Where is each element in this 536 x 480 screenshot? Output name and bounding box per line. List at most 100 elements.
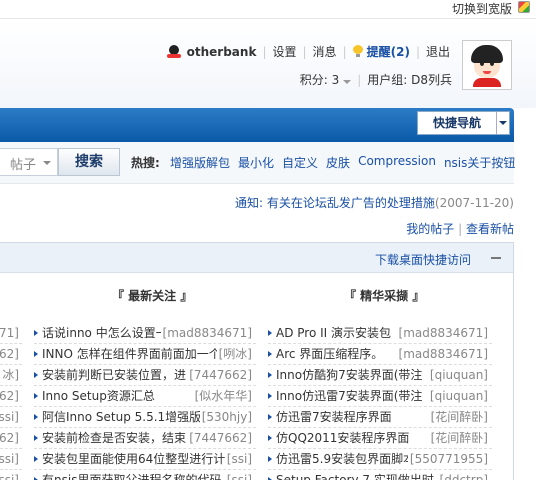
my-posts-link[interactable]: 我的帖子	[406, 222, 454, 236]
item-author[interactable]: [ddctrp]	[437, 470, 488, 480]
list-item[interactable]: INNO 怎样在组件界面前面加一个 [咧冰]	[34, 344, 256, 365]
hot-link[interactable]: 自定义	[282, 154, 318, 171]
list-item[interactable]: 安装前检查是否安装，结束 [7447662]	[34, 428, 256, 449]
list-item[interactable]: Setup Factory 7 实现做出时 [ddctrp]	[268, 470, 492, 480]
list-item: 662]	[0, 428, 22, 449]
bullet-icon	[34, 351, 38, 357]
item-title[interactable]: Setup Factory 7 实现做出时	[276, 470, 434, 480]
item-author[interactable]: [530hjy]	[199, 407, 252, 427]
desktop-shortcut-link[interactable]: 下载桌面快捷访问	[375, 251, 471, 268]
chevron-down-icon	[43, 161, 51, 165]
list-item[interactable]: 有nsis里面获取父进程名称的代码 [ssi]	[34, 470, 256, 480]
item-author[interactable]: [qiuquan]	[427, 386, 488, 406]
messages-link[interactable]: 消息	[313, 43, 337, 60]
usergroup-link[interactable]: 用户组: D8列兵	[367, 71, 452, 88]
list-item[interactable]: 仿QQ2011安装程序界面 [花间醉卧]	[268, 428, 492, 449]
portal-panel: 下载桌面快捷访问 『 最新关注 』 『 精华采撷 』 671] 662] 冰] …	[0, 242, 514, 480]
item-title[interactable]: 话说inno 中怎么设置一	[42, 323, 168, 343]
list-item[interactable]: 仿迅雷5.9安装包界面脚本 [550771955]	[268, 449, 492, 470]
view-new-posts-link[interactable]: 查看新帖	[466, 222, 514, 236]
divider: |	[302, 44, 307, 59]
bulb-icon	[352, 45, 363, 58]
collapse-icon[interactable]	[491, 257, 501, 259]
item-author[interactable]: [ssi]	[224, 470, 252, 480]
list-item[interactable]: Inno仿酷狗7安装界面(带注 [qiuquan]	[268, 365, 492, 386]
username-link[interactable]: otherbank	[187, 45, 257, 59]
search-bar: 帖子 搜索 热搜: 增强版解包 最小化 自定义 皮肤 Compression n…	[0, 142, 515, 184]
header: otherbank | 设置 | 消息 | 提醒(2) | 退出 积分: 3 |…	[0, 18, 536, 108]
chevron-down-icon	[497, 112, 509, 134]
item-author[interactable]: [ssi]	[224, 449, 252, 469]
list-item: 671]	[0, 323, 22, 344]
hot-link[interactable]: 皮肤	[326, 154, 350, 171]
list-item: ssi]	[0, 407, 22, 428]
bullet-icon	[34, 435, 38, 441]
item-title[interactable]: AD Pro II 演示安装包	[276, 323, 391, 343]
item-title[interactable]: 安装包里面能使用64位整型进行计	[42, 449, 225, 469]
list-item[interactable]: 仿迅雷7安装程序界面 [花间醉卧]	[268, 407, 492, 428]
hot-link[interactable]: 增强版解包	[170, 154, 230, 171]
item-title[interactable]: 仿迅雷7安装程序界面	[276, 407, 392, 427]
bullet-icon	[34, 393, 38, 399]
remind-link[interactable]: 提醒(2)	[367, 43, 410, 60]
item-title[interactable]: 阿信Inno Setup 5.5.1增强版	[42, 407, 201, 427]
search-button[interactable]: 搜索	[58, 148, 120, 176]
item-author[interactable]: [mad8834671]	[160, 323, 252, 343]
item-author[interactable]: [花间醉卧]	[428, 407, 488, 427]
list-item[interactable]: 安装前判断已安装位置，进 [7447662]	[34, 365, 256, 386]
item-author[interactable]: [7447662]	[187, 428, 252, 448]
avatar[interactable]	[462, 40, 512, 90]
item-author[interactable]: [qiuquan]	[427, 365, 488, 385]
palette-icon[interactable]	[518, 1, 530, 13]
list-item[interactable]: 阿信Inno Setup 5.5.1增强版 [530hjy]	[34, 407, 256, 428]
item-title[interactable]: 安装前判断已安装位置，进	[42, 365, 186, 385]
logout-link[interactable]: 退出	[426, 43, 450, 60]
item-title[interactable]: Inno Setup资源汇总	[42, 386, 155, 406]
hot-search-links: 增强版解包 最小化 自定义 皮肤 Compression nsis关于按钮	[170, 154, 523, 171]
item-title[interactable]: 仿QQ2011安装程序界面	[276, 428, 409, 448]
list-item: 冰]	[0, 365, 22, 386]
hot-link[interactable]: Compression	[358, 154, 436, 171]
item-title[interactable]: Inno仿迅雷7安装界面(带注	[276, 386, 422, 406]
bullet-icon	[34, 372, 38, 378]
item-title[interactable]: 有nsis里面获取父进程名称的代码	[42, 470, 221, 480]
notice-bar: 通知: 有关在论坛乱发广告的处理措施(2007-11-20)	[235, 194, 514, 211]
notice-date: (2007-11-20)	[434, 196, 514, 210]
list-item: 662]	[0, 344, 22, 365]
search-scope-select[interactable]: 帖子	[0, 148, 58, 176]
item-author[interactable]: [花间醉卧]	[428, 428, 488, 448]
list-item[interactable]: AD Pro II 演示安装包 [mad8834671]	[268, 323, 492, 344]
item-author[interactable]: [mad8834671]	[396, 323, 488, 343]
list-item: ssi]	[0, 470, 22, 480]
list-item[interactable]: 话说inno 中怎么设置一 [mad8834671]	[34, 323, 256, 344]
divider: |	[262, 44, 267, 59]
divider: |	[357, 72, 362, 87]
hot-link[interactable]: nsis关于按钮	[444, 154, 515, 171]
switch-wide-link[interactable]: 切换到宽版	[452, 0, 512, 17]
list-item[interactable]: Inno仿迅雷7安装界面(带注 [qiuquan]	[268, 386, 492, 407]
list-item[interactable]: Arc 界面压缩程序。 [mad8834671]	[268, 344, 492, 365]
item-author[interactable]: [似水年华]	[192, 386, 252, 406]
list-item[interactable]: Inno Setup资源汇总 [似水年华]	[34, 386, 256, 407]
hot-link[interactable]: 最小化	[238, 154, 274, 171]
item-author[interactable]: [550771955]	[407, 449, 488, 469]
bullet-icon	[268, 414, 272, 420]
bullet-icon	[34, 330, 38, 336]
list-item[interactable]: 安装包里面能使用64位整型进行计 [ssi]	[34, 449, 256, 470]
score-line: 积分: 3 | 用户组: D8列兵	[300, 71, 452, 88]
quick-nav-button[interactable]: 快捷导航	[417, 111, 510, 135]
item-title[interactable]: Arc 界面压缩程序。	[276, 344, 383, 364]
item-author[interactable]: [咧冰]	[216, 344, 252, 364]
item-title[interactable]: INNO 怎样在组件界面前面加一个	[42, 344, 221, 364]
item-title[interactable]: Inno仿酷狗7安装界面(带注	[276, 365, 422, 385]
bullet-icon	[34, 414, 38, 420]
item-title[interactable]: 仿迅雷5.9安装包界面脚本	[276, 449, 415, 469]
notice-link[interactable]: 有关在论坛乱发广告的处理措施	[267, 196, 435, 210]
score-menu[interactable]: 积分: 3	[300, 71, 352, 88]
item-author[interactable]: [7447662]	[187, 365, 252, 385]
featured-list: AD Pro II 演示安装包 [mad8834671] Arc 界面压缩程序。 […	[268, 323, 492, 480]
hot-search-label: 热搜:	[131, 156, 160, 170]
item-title[interactable]: 安装前检查是否安装，结束	[42, 428, 186, 448]
settings-link[interactable]: 设置	[272, 43, 296, 60]
item-author[interactable]: [mad8834671]	[396, 344, 488, 364]
